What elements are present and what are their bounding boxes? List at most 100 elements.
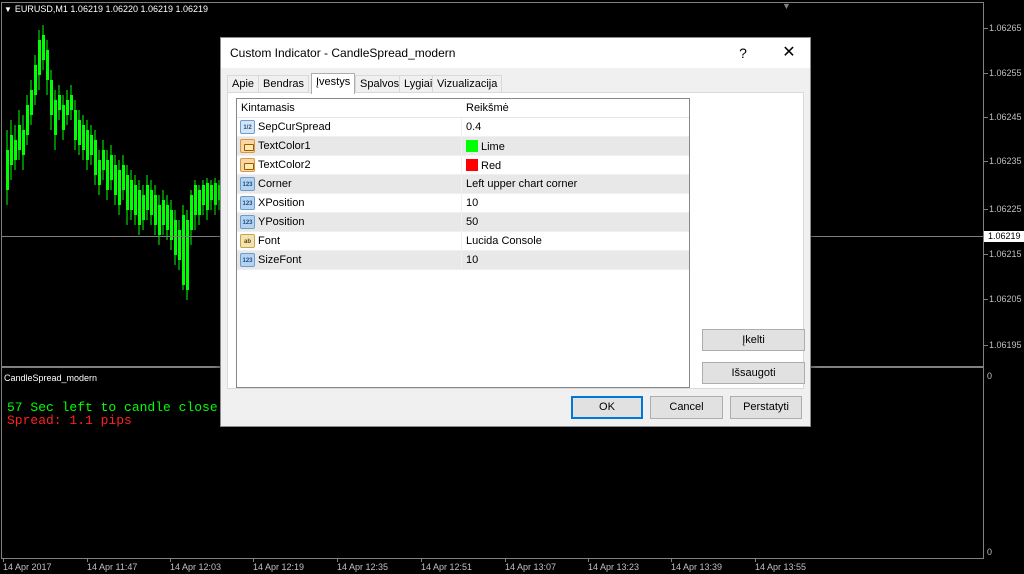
column-separator	[461, 194, 462, 213]
candle-body	[194, 185, 197, 215]
candle-body	[158, 205, 161, 235]
param-name: XPosition	[258, 197, 305, 209]
table-row[interactable]: 123 SizeFont 10	[237, 251, 689, 270]
param-value: Red	[481, 160, 502, 172]
candle-body	[94, 140, 97, 175]
column-separator	[461, 213, 462, 232]
color-icon	[240, 139, 255, 153]
param-value[interactable]: 10	[466, 197, 478, 209]
candle-body	[106, 160, 109, 190]
param-value: Lime	[481, 141, 505, 153]
tab-apie[interactable]: Apie	[227, 75, 260, 93]
price-axis-label: 1.06195	[984, 340, 1022, 350]
param-value[interactable]: 10	[466, 254, 478, 266]
ok-button[interactable]: OK	[571, 396, 643, 419]
candle-body	[162, 200, 165, 225]
load-button[interactable]: Įkelti	[702, 329, 805, 351]
candle-body	[66, 100, 69, 115]
column-separator	[461, 175, 462, 194]
candle-body	[126, 175, 129, 210]
candle-body	[114, 165, 117, 195]
candle-body	[214, 183, 217, 205]
header-variable[interactable]: Kintamasis	[241, 102, 295, 114]
table-row[interactable]: 123 XPosition 10	[237, 194, 689, 213]
param-value[interactable]: Lucida Console	[466, 235, 542, 247]
param-value-color[interactable]: Red	[466, 159, 501, 172]
dialog-title: Custom Indicator - CandleSpread_modern	[230, 46, 456, 60]
indicator-overlay-text: 57 Sec left to candle close Spread: 1.1 …	[7, 401, 218, 427]
time-axis-label: 14 Apr 13:39	[671, 559, 723, 572]
time-axis-label: 14 Apr 2017	[3, 559, 52, 572]
table-row[interactable]: 1/2 SepCurSpread 0.4	[237, 118, 689, 137]
table-row[interactable]: ab Font Lucida Console	[237, 232, 689, 251]
save-button[interactable]: Išsaugoti	[702, 362, 805, 384]
table-row[interactable]: 123 YPosition 50	[237, 213, 689, 232]
candle-body	[42, 35, 45, 60]
candle-body	[182, 215, 185, 285]
candle-body	[202, 185, 205, 205]
candle-body	[102, 150, 105, 170]
column-separator	[461, 251, 462, 270]
string-icon: ab	[240, 234, 255, 248]
param-value[interactable]: 50	[466, 216, 478, 228]
header-value[interactable]: Reikšmė	[466, 102, 509, 114]
column-separator	[461, 232, 462, 251]
table-row[interactable]: 123 Corner Left upper chart corner	[237, 175, 689, 194]
candle-body	[138, 190, 141, 225]
integer-icon: 123	[240, 253, 255, 267]
candle-body	[98, 160, 101, 185]
reset-button[interactable]: Perstatyti	[730, 396, 802, 419]
param-value[interactable]: 0.4	[466, 121, 481, 133]
candle-body	[70, 95, 73, 110]
tab-vizualizacija[interactable]: Vizualizacija	[432, 75, 503, 93]
tab-spalvos[interactable]: Spalvos	[355, 75, 405, 93]
candle-body	[30, 90, 33, 115]
integer-icon: 123	[240, 215, 255, 229]
param-name: SepCurSpread	[258, 121, 331, 133]
price-axis[interactable]: 1.06265 1.06255 1.06245 1.06235 1.06225 1.062…	[983, 2, 1024, 559]
time-axis[interactable]: 14 Apr 2017 14 Apr 11:47 14 Apr 12:03 14 Ap…	[0, 559, 983, 574]
candle-body	[118, 170, 121, 205]
dropdown-triangle-icon[interactable]: ▼	[4, 5, 12, 14]
double-icon: 1/2	[240, 120, 255, 134]
close-button[interactable]: ✕	[769, 38, 809, 68]
candle-body	[186, 220, 189, 290]
candle-body	[26, 105, 29, 135]
help-button[interactable]: ?	[725, 38, 761, 68]
price-axis-label: 1.06255	[984, 68, 1022, 78]
candle-body	[38, 40, 41, 75]
param-name: Corner	[258, 178, 292, 190]
candle-body	[50, 80, 53, 115]
chart-shift-marker-icon[interactable]: ▼	[782, 1, 791, 11]
candle-body	[178, 230, 181, 260]
time-axis-label: 14 Apr 13:07	[505, 559, 557, 572]
candle-body	[166, 205, 169, 230]
dialog-title-bar[interactable]: Custom Indicator - CandleSpread_modern ?…	[221, 38, 810, 68]
candle-body	[110, 155, 113, 180]
candle-body	[142, 195, 145, 220]
column-separator	[461, 156, 462, 175]
candle-body	[174, 220, 177, 255]
table-header: Kintamasis Reikšmė	[237, 99, 689, 118]
param-name: TextColor1	[258, 140, 311, 152]
tab-bendras[interactable]: Bendras	[258, 75, 309, 93]
lime-swatch	[466, 140, 478, 152]
table-row[interactable]: TextColor2 Red	[237, 156, 689, 175]
candle-body	[58, 95, 61, 110]
time-axis-label: 14 Apr 12:03	[170, 559, 222, 572]
price-axis-label: 1.06245	[984, 112, 1022, 122]
candle-body	[18, 125, 21, 150]
param-value-color[interactable]: Lime	[466, 140, 505, 153]
param-name: TextColor2	[258, 159, 311, 171]
price-axis-label: 1.06225	[984, 204, 1022, 214]
candle-body	[82, 125, 85, 150]
param-name: YPosition	[258, 216, 305, 228]
price-axis-label: 1.06265	[984, 23, 1022, 33]
cancel-button[interactable]: Cancel	[650, 396, 723, 419]
custom-indicator-dialog: Custom Indicator - CandleSpread_modern ?…	[220, 37, 811, 427]
price-axis-label: 1.06205	[984, 294, 1022, 304]
tab-ivestys[interactable]: Įvestys	[311, 73, 356, 94]
table-row[interactable]: TextColor1 Lime	[237, 137, 689, 156]
candle-body	[54, 100, 57, 135]
param-value[interactable]: Left upper chart corner	[466, 178, 577, 190]
